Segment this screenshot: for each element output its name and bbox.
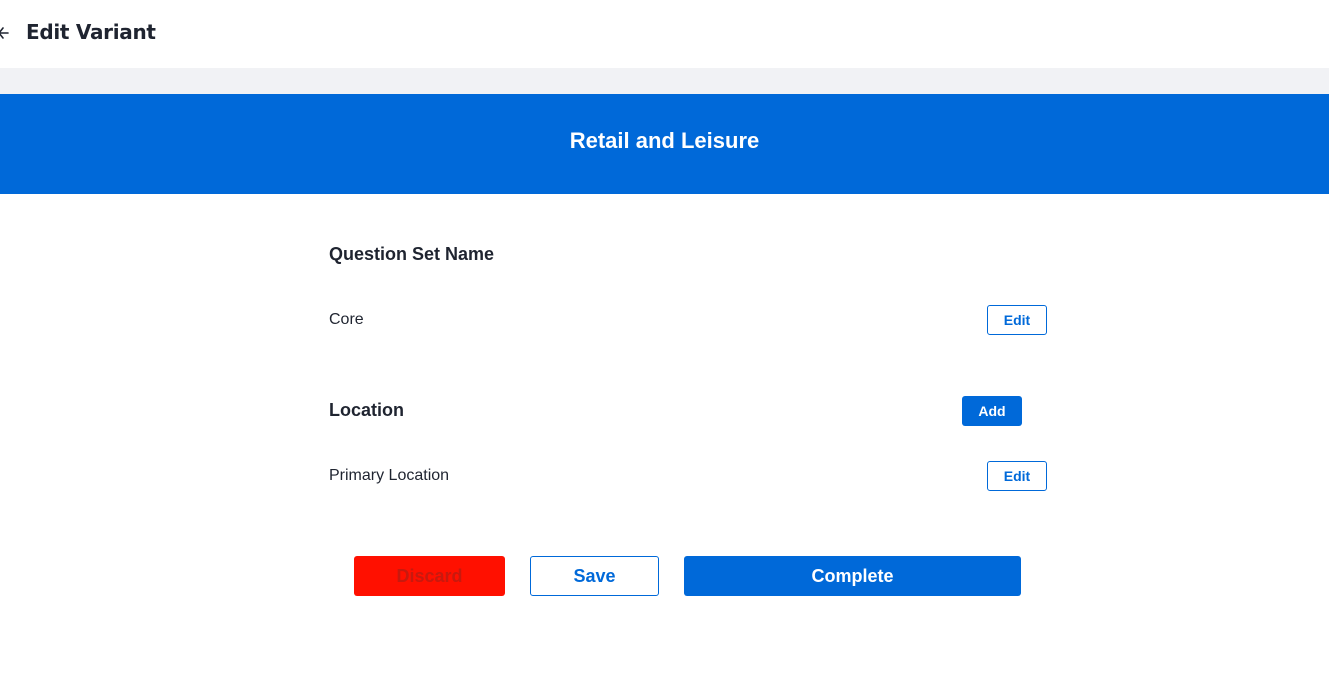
header-divider-strip bbox=[0, 68, 1329, 94]
banner-title: Retail and Leisure bbox=[569, 128, 760, 153]
location-heading: Location bbox=[329, 400, 404, 420]
question-set-item-label: Core bbox=[329, 311, 364, 328]
top-bar: Edit Variant bbox=[0, 0, 1329, 68]
edit-location-button[interactable]: Edit bbox=[987, 461, 1047, 491]
question-set-heading: Question Set Name bbox=[329, 244, 495, 264]
page-title: Edit Variant bbox=[26, 20, 156, 44]
complete-button[interactable]: Complete bbox=[684, 556, 1021, 596]
discard-button[interactable]: Discard bbox=[354, 556, 505, 596]
add-location-button[interactable]: Add bbox=[962, 396, 1022, 426]
arrow-left-icon[interactable] bbox=[0, 22, 12, 44]
location-item-label: Primary Location bbox=[329, 467, 450, 484]
edit-question-set-button[interactable]: Edit bbox=[987, 305, 1047, 335]
save-button[interactable]: Save bbox=[530, 556, 659, 596]
variant-banner: Retail and Leisure bbox=[0, 94, 1329, 194]
